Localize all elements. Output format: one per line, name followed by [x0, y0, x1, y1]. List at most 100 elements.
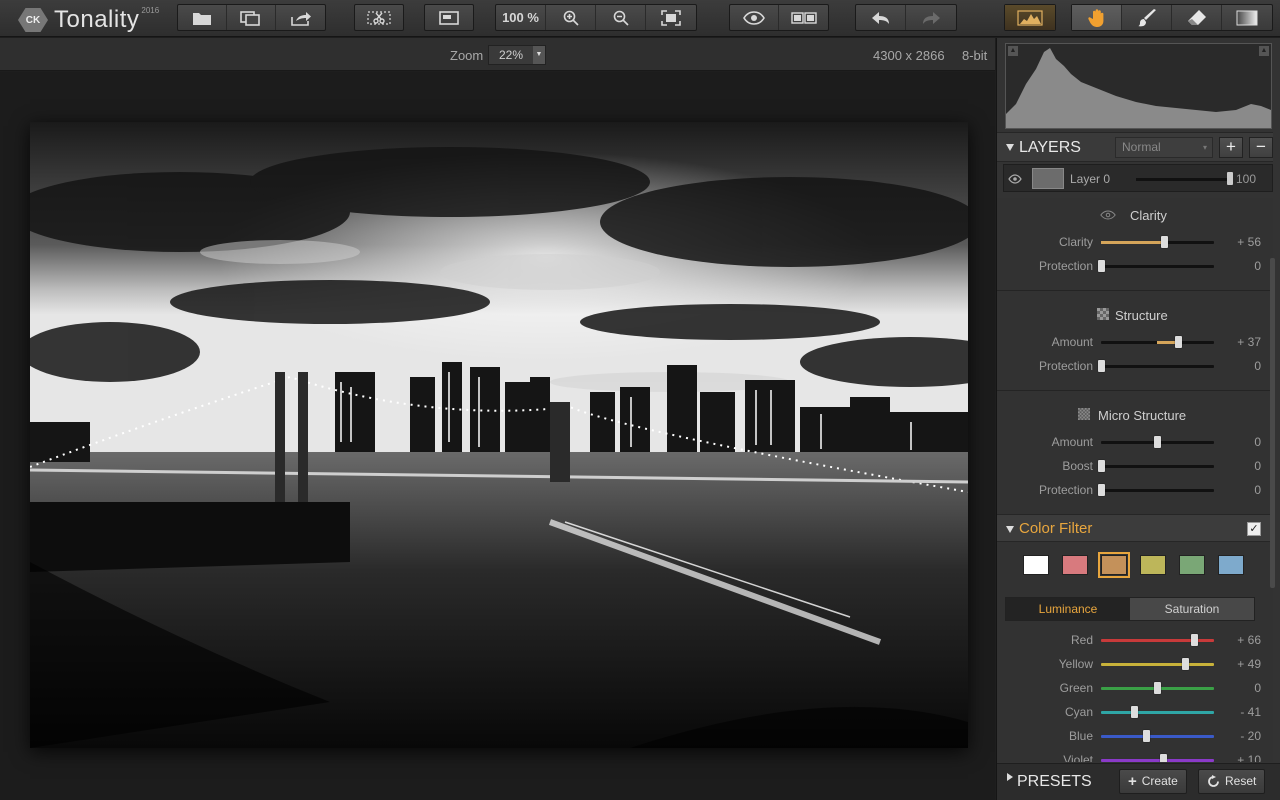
- layer-row[interactable]: Layer 0 100: [1003, 164, 1273, 192]
- expand-icon[interactable]: [1007, 773, 1013, 781]
- highlight-clip-icon[interactable]: ▲: [1259, 46, 1269, 56]
- panel-scrollbar[interactable]: [1270, 258, 1275, 588]
- tab-saturation[interactable]: Saturation: [1130, 598, 1254, 620]
- eraser-tool-button[interactable]: [1172, 5, 1222, 30]
- add-layer-button[interactable]: +: [1219, 137, 1243, 158]
- slider-track[interactable]: [1101, 336, 1214, 348]
- layers-header[interactable]: LAYERS Normal ▾ + −: [997, 132, 1273, 162]
- slider-track[interactable]: [1101, 634, 1214, 646]
- micro-amount-slider[interactable]: Amount 0: [997, 432, 1273, 452]
- slider-knob[interactable]: [1161, 236, 1168, 248]
- swatch-white[interactable]: [1023, 555, 1049, 575]
- collapse-icon[interactable]: [1006, 526, 1014, 533]
- slider-knob[interactable]: [1175, 336, 1182, 348]
- clarity-protection-slider[interactable]: Protection 0: [997, 256, 1273, 276]
- slider-knob[interactable]: [1143, 730, 1150, 742]
- histogram-toggle-button[interactable]: [1005, 5, 1055, 30]
- slider-knob[interactable]: [1098, 260, 1105, 272]
- slider-knob[interactable]: [1160, 754, 1167, 762]
- slider-track[interactable]: [1101, 706, 1214, 718]
- slider-track[interactable]: [1098, 460, 1214, 472]
- crop-button[interactable]: [355, 5, 403, 30]
- blend-mode-select[interactable]: Normal ▾: [1115, 137, 1213, 158]
- crop-group: [354, 4, 404, 31]
- green-slider[interactable]: Green 0: [997, 678, 1273, 698]
- fit-screen-button[interactable]: [646, 5, 696, 30]
- cyan-slider[interactable]: Cyan - 41: [997, 702, 1273, 722]
- fit-view-button[interactable]: [425, 5, 473, 30]
- collapse-icon[interactable]: [1006, 144, 1014, 151]
- undo-button[interactable]: [856, 5, 906, 30]
- slider-knob[interactable]: [1154, 682, 1161, 694]
- export-button[interactable]: [276, 5, 325, 30]
- image-canvas[interactable]: [0, 72, 995, 800]
- zoom-in-button[interactable]: [546, 5, 596, 30]
- slider-track[interactable]: [1101, 682, 1214, 694]
- gradient-tool-button[interactable]: [1222, 5, 1272, 30]
- yellow-slider[interactable]: Yellow + 49: [997, 654, 1273, 674]
- blue-slider[interactable]: Blue - 20: [997, 726, 1273, 746]
- layer-name: Layer 0: [1070, 172, 1111, 186]
- open-button[interactable]: [178, 5, 227, 30]
- slider-knob[interactable]: [1191, 634, 1198, 646]
- compare-button[interactable]: [779, 5, 828, 30]
- slider-value: + 56: [1237, 235, 1261, 249]
- photo-preview[interactable]: [30, 122, 968, 748]
- slider-track[interactable]: [1101, 436, 1214, 448]
- zoom-select[interactable]: 22% ▼: [488, 45, 546, 65]
- structure-amount-slider[interactable]: Amount + 37: [997, 332, 1273, 352]
- slider-knob[interactable]: [1131, 706, 1138, 718]
- multi-file-icon: [240, 10, 260, 26]
- hand-tool-button[interactable]: [1072, 5, 1122, 30]
- slider-knob[interactable]: [1182, 658, 1189, 670]
- swatch-blue[interactable]: [1218, 555, 1244, 575]
- color-filter-header[interactable]: Color Filter ✓: [997, 514, 1273, 542]
- swatch-red[interactable]: [1062, 555, 1088, 575]
- red-slider[interactable]: Red + 66: [997, 630, 1273, 650]
- create-preset-button[interactable]: + Create: [1119, 769, 1187, 794]
- shadow-clip-icon[interactable]: ▲: [1008, 46, 1018, 56]
- eye-outline-icon: [1100, 210, 1116, 220]
- chevron-down-icon[interactable]: ▼: [533, 46, 545, 64]
- slider-track[interactable]: [1098, 360, 1214, 372]
- slider-value: - 41: [1240, 705, 1261, 719]
- zoom-out-button[interactable]: [596, 5, 646, 30]
- swatch-orange[interactable]: [1098, 552, 1130, 578]
- micro-boost-slider[interactable]: Boost 0: [997, 456, 1273, 476]
- color-filter-enable-checkbox[interactable]: ✓: [1247, 522, 1261, 536]
- slider-value: 0: [1254, 681, 1261, 695]
- remove-layer-button[interactable]: −: [1249, 137, 1273, 158]
- layer-opacity-slider[interactable]: [1136, 178, 1231, 181]
- visibility-eye-icon[interactable]: [1008, 172, 1022, 186]
- slider-knob[interactable]: [1098, 360, 1105, 372]
- swatch-yellow[interactable]: [1140, 555, 1166, 575]
- structure-protection-slider[interactable]: Protection 0: [997, 356, 1273, 376]
- tab-luminance[interactable]: Luminance: [1006, 598, 1130, 620]
- plus-icon: +: [1128, 773, 1137, 790]
- redo-button[interactable]: [906, 5, 956, 30]
- violet-slider[interactable]: Violet + 10: [997, 750, 1273, 762]
- micro-protection-slider[interactable]: Protection 0: [997, 480, 1273, 500]
- slider-track[interactable]: [1101, 236, 1214, 248]
- slider-track[interactable]: [1101, 730, 1214, 742]
- reset-preset-button[interactable]: Reset: [1198, 769, 1266, 794]
- preview-button[interactable]: [730, 5, 779, 30]
- slider-track[interactable]: [1098, 484, 1214, 496]
- batch-button[interactable]: [227, 5, 276, 30]
- layer-opacity-knob[interactable]: [1227, 172, 1233, 185]
- slider-knob[interactable]: [1098, 460, 1105, 472]
- slider-track[interactable]: [1101, 754, 1214, 762]
- reset-label: Reset: [1225, 774, 1257, 788]
- slider-track[interactable]: [1098, 260, 1214, 272]
- swatch-green[interactable]: [1179, 555, 1205, 575]
- slider-knob[interactable]: [1154, 436, 1161, 448]
- structure-title: Structure: [1115, 308, 1168, 323]
- histogram: ▲ ▲: [1005, 43, 1272, 129]
- slider-label: Amount: [1051, 335, 1093, 349]
- brush-tool-button[interactable]: [1122, 5, 1172, 30]
- layers-title: LAYERS: [1019, 139, 1081, 156]
- clarity-slider[interactable]: Clarity + 56: [997, 232, 1273, 252]
- slider-knob[interactable]: [1098, 484, 1105, 496]
- zoom-100-button[interactable]: 100 %: [496, 5, 546, 30]
- slider-track[interactable]: [1101, 658, 1214, 670]
